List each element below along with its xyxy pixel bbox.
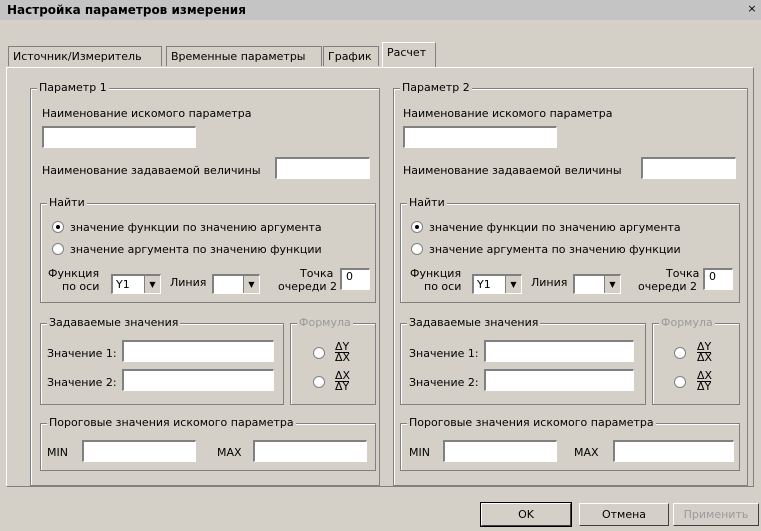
param2-func-axis-label2: по оси bbox=[424, 280, 462, 293]
param2-find-option1-radio[interactable] bbox=[411, 221, 423, 233]
param1-func-axis-label: Функция bbox=[48, 267, 100, 280]
param2-formula2-radio[interactable] bbox=[674, 376, 686, 388]
param1-min-input[interactable] bbox=[82, 440, 196, 462]
param1-find-title: Найти bbox=[47, 196, 87, 209]
param1-value2-label: Значение 2: bbox=[47, 376, 117, 389]
param1-func-axis-label2: по оси bbox=[62, 280, 100, 293]
param2-max-input[interactable] bbox=[613, 440, 734, 462]
param1-value1-label: Значение 1: bbox=[47, 347, 117, 360]
tab-time-params[interactable]: Временные параметры bbox=[166, 46, 322, 66]
ok-button[interactable]: OK bbox=[480, 502, 572, 527]
param1-given-values-title: Задаваемые значения bbox=[47, 316, 181, 329]
param2-line-select[interactable]: ▼ bbox=[573, 274, 621, 294]
param2-min-input[interactable] bbox=[443, 440, 557, 462]
param2-given-label: Наименование задаваемой величины bbox=[403, 164, 622, 177]
param2-func-axis-label: Функция bbox=[410, 267, 462, 280]
param2-line-label: Линия bbox=[531, 276, 568, 289]
param1-find-option1-radio[interactable] bbox=[52, 221, 64, 233]
param2-value2-label: Значение 2: bbox=[409, 376, 479, 389]
param2-formula2: ΔX ΔY bbox=[697, 369, 713, 393]
param1-formula1-radio[interactable] bbox=[313, 347, 325, 359]
param1-formula2: ΔX ΔY bbox=[335, 369, 351, 393]
param1-sought-input[interactable] bbox=[42, 126, 196, 148]
param1-find-option2-radio[interactable] bbox=[52, 243, 64, 255]
chevron-down-icon: ▼ bbox=[144, 276, 160, 293]
param1-point-label: Точка bbox=[300, 267, 334, 280]
param2-given-values-group: Задаваемые значения bbox=[400, 316, 646, 405]
tab-source-meter[interactable]: Источник/Измеритель bbox=[8, 46, 162, 66]
param1-given-input[interactable] bbox=[275, 157, 370, 179]
param1-line-label: Линия bbox=[170, 276, 207, 289]
param2-title: Параметр 2 bbox=[400, 81, 472, 94]
param2-max-label: MAX bbox=[574, 446, 599, 459]
param1-value1-input[interactable] bbox=[122, 340, 274, 362]
cancel-button[interactable]: Отмена bbox=[579, 503, 669, 526]
param1-title: Параметр 1 bbox=[37, 81, 109, 94]
param1-value2-input[interactable] bbox=[122, 369, 274, 391]
param1-find-option1-label: значение функции по значению аргумента bbox=[70, 221, 322, 234]
param2-sought-label: Наименование искомого параметра bbox=[403, 107, 613, 120]
title-bar: Настройка параметров измерения × bbox=[0, 0, 761, 20]
param2-formula1-radio[interactable] bbox=[674, 347, 686, 359]
close-icon[interactable]: × bbox=[745, 2, 759, 16]
param2-point-label2: очереди 2 bbox=[638, 280, 697, 293]
param2-find-option1-label: значение функции по значению аргумента bbox=[429, 221, 681, 234]
param1-min-label: MIN bbox=[47, 446, 68, 459]
chevron-down-icon: ▼ bbox=[243, 276, 259, 293]
param1-formula2-radio[interactable] bbox=[313, 376, 325, 388]
tab-graph[interactable]: График bbox=[323, 46, 379, 66]
param2-formula1: ΔY ΔX bbox=[697, 340, 713, 364]
param2-find-option2-label: значение аргумента по значению функции bbox=[429, 243, 681, 256]
param1-func-axis-select[interactable]: Y1 ▼ bbox=[111, 274, 161, 294]
param1-given-values-group: Задаваемые значения bbox=[40, 316, 284, 405]
param2-sought-input[interactable] bbox=[403, 126, 557, 148]
param2-formula-title: Формула bbox=[659, 316, 715, 329]
param2-find-title: Найти bbox=[407, 196, 447, 209]
param2-thresholds-title: Пороговые значения искомого параметра bbox=[407, 416, 656, 429]
param1-formula-group: Формула bbox=[290, 316, 376, 405]
apply-button[interactable]: Применить bbox=[673, 503, 759, 526]
param2-func-axis-select[interactable]: Y1 ▼ bbox=[472, 274, 522, 294]
param1-formula1: ΔY ΔX bbox=[335, 340, 351, 364]
param1-find-option2-label: значение аргумента по значению функции bbox=[70, 243, 322, 256]
param1-point-label2: очереди 2 bbox=[278, 280, 337, 293]
param1-point-input[interactable]: 0 bbox=[340, 268, 370, 290]
param2-point-input[interactable]: 0 bbox=[703, 268, 733, 290]
param1-thresholds-title: Пороговые значения искомого параметра bbox=[47, 416, 296, 429]
window-title: Настройка параметров измерения bbox=[7, 3, 246, 17]
param1-max-input[interactable] bbox=[253, 440, 367, 462]
param2-min-label: MIN bbox=[409, 446, 430, 459]
tab-calculation[interactable]: Расчет bbox=[382, 42, 436, 67]
param2-given-input[interactable] bbox=[641, 157, 736, 179]
param1-line-select[interactable]: ▼ bbox=[212, 274, 260, 294]
param2-value1-input[interactable] bbox=[484, 340, 634, 362]
param2-formula-group: Формула bbox=[652, 316, 740, 405]
chevron-down-icon: ▼ bbox=[604, 276, 620, 293]
param1-max-label: MAX bbox=[217, 446, 242, 459]
param1-formula-title: Формула bbox=[297, 316, 353, 329]
param2-value1-label: Значение 1: bbox=[409, 347, 479, 360]
param2-value2-input[interactable] bbox=[484, 369, 634, 391]
chevron-down-icon: ▼ bbox=[505, 276, 521, 293]
param1-sought-label: Наименование искомого параметра bbox=[42, 107, 252, 120]
param2-find-option2-radio[interactable] bbox=[411, 243, 423, 255]
param2-point-label: Точка bbox=[666, 267, 700, 280]
param1-given-label: Наименование задаваемой величины bbox=[42, 164, 261, 177]
param2-given-values-title: Задаваемые значения bbox=[407, 316, 541, 329]
